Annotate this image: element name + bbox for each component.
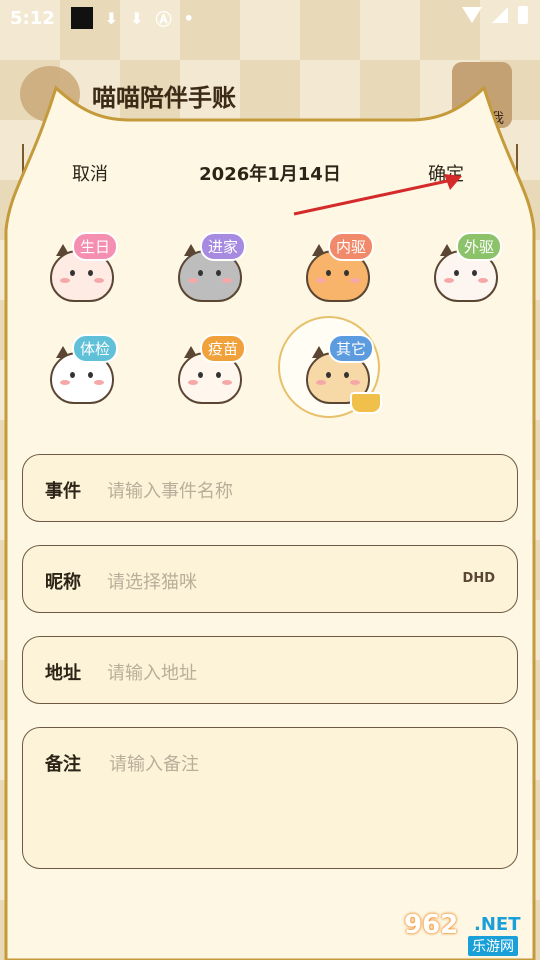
category-tag: 体检 [72,334,119,363]
cat-eye [70,270,75,276]
status-time: 5:12 [10,7,55,29]
dot-icon: • [183,8,194,28]
cat-eye [344,270,349,276]
signal-icon [492,7,508,23]
cat-blush [188,380,198,385]
note-input[interactable]: 请输入备注 [109,750,199,776]
cat-blush [94,380,104,385]
watermark-net: .NET [474,914,521,935]
category-item[interactable]: 体检 [42,334,134,426]
cat-eye [88,372,93,378]
cat-eye [88,270,93,276]
cat-eye [344,372,349,378]
nickname-field[interactable]: 昵称 请选择猫咪 DHD [22,545,518,613]
category-tag: 进家 [200,232,247,261]
app-notification-icon [70,7,93,29]
cat-blush [222,380,232,385]
category-tag: 其它 [328,334,375,363]
watermark-number: 962 [404,910,459,940]
category-item[interactable]: 内驱 [298,232,390,324]
cat-blush [94,278,104,283]
address-input[interactable]: 请输入地址 [107,659,197,685]
note-label: 备注 [45,754,81,775]
category-item[interactable]: 进家 [170,232,262,324]
nickname-suffix: DHD [462,571,495,586]
download-icon: ⬇ [104,8,119,28]
category-item[interactable]: 疫苗 [170,334,262,426]
cat-eye [198,270,203,276]
category-tag: 内驱 [328,232,375,261]
cat-eye [326,372,331,378]
wifi-icon [462,7,482,23]
cat-blush [350,278,360,283]
nickname-label: 昵称 [45,572,81,593]
cat-eye [216,372,221,378]
cat-blush [478,278,488,283]
cat-eye [454,270,459,276]
cat-blush [316,278,326,283]
cat-blush [350,380,360,385]
watermark-text: 乐游网 [468,936,518,956]
site-watermark: 962 .NET 乐游网 [396,908,532,956]
cat-eye [70,372,75,378]
category-tag: 生日 [72,232,119,261]
cat-eye [326,270,331,276]
battery-icon [518,6,528,24]
category-tag: 外驱 [456,232,503,261]
nickname-select[interactable]: 请选择猫咪 [107,568,197,594]
cat-blush [444,278,454,283]
status-bar: 5:12 ⬇ ⬇ Ⓐ • [0,0,540,36]
event-input[interactable]: 请输入事件名称 [107,477,233,503]
note-field[interactable]: 备注 请输入备注 [22,727,518,869]
category-item[interactable]: 生日 [42,232,134,324]
cat-eye [198,372,203,378]
text-icon: Ⓐ [155,10,172,29]
cat-eye [216,270,221,276]
cat-blush [60,278,70,283]
annotation-arrow [293,174,462,216]
address-field[interactable]: 地址 请输入地址 [22,636,518,704]
cat-eye [472,270,477,276]
event-field[interactable]: 事件 请输入事件名称 [22,454,518,522]
address-label: 地址 [45,663,81,684]
event-label: 事件 [45,481,81,502]
cat-blush [188,278,198,283]
cat-blush [222,278,232,283]
category-item[interactable]: 外驱 [426,232,518,324]
download-icon-2: ⬇ [130,8,144,28]
category-tag: 疫苗 [200,334,247,363]
cat-blush [60,380,70,385]
food-bowl-icon [350,392,382,414]
cat-blush [316,380,326,385]
